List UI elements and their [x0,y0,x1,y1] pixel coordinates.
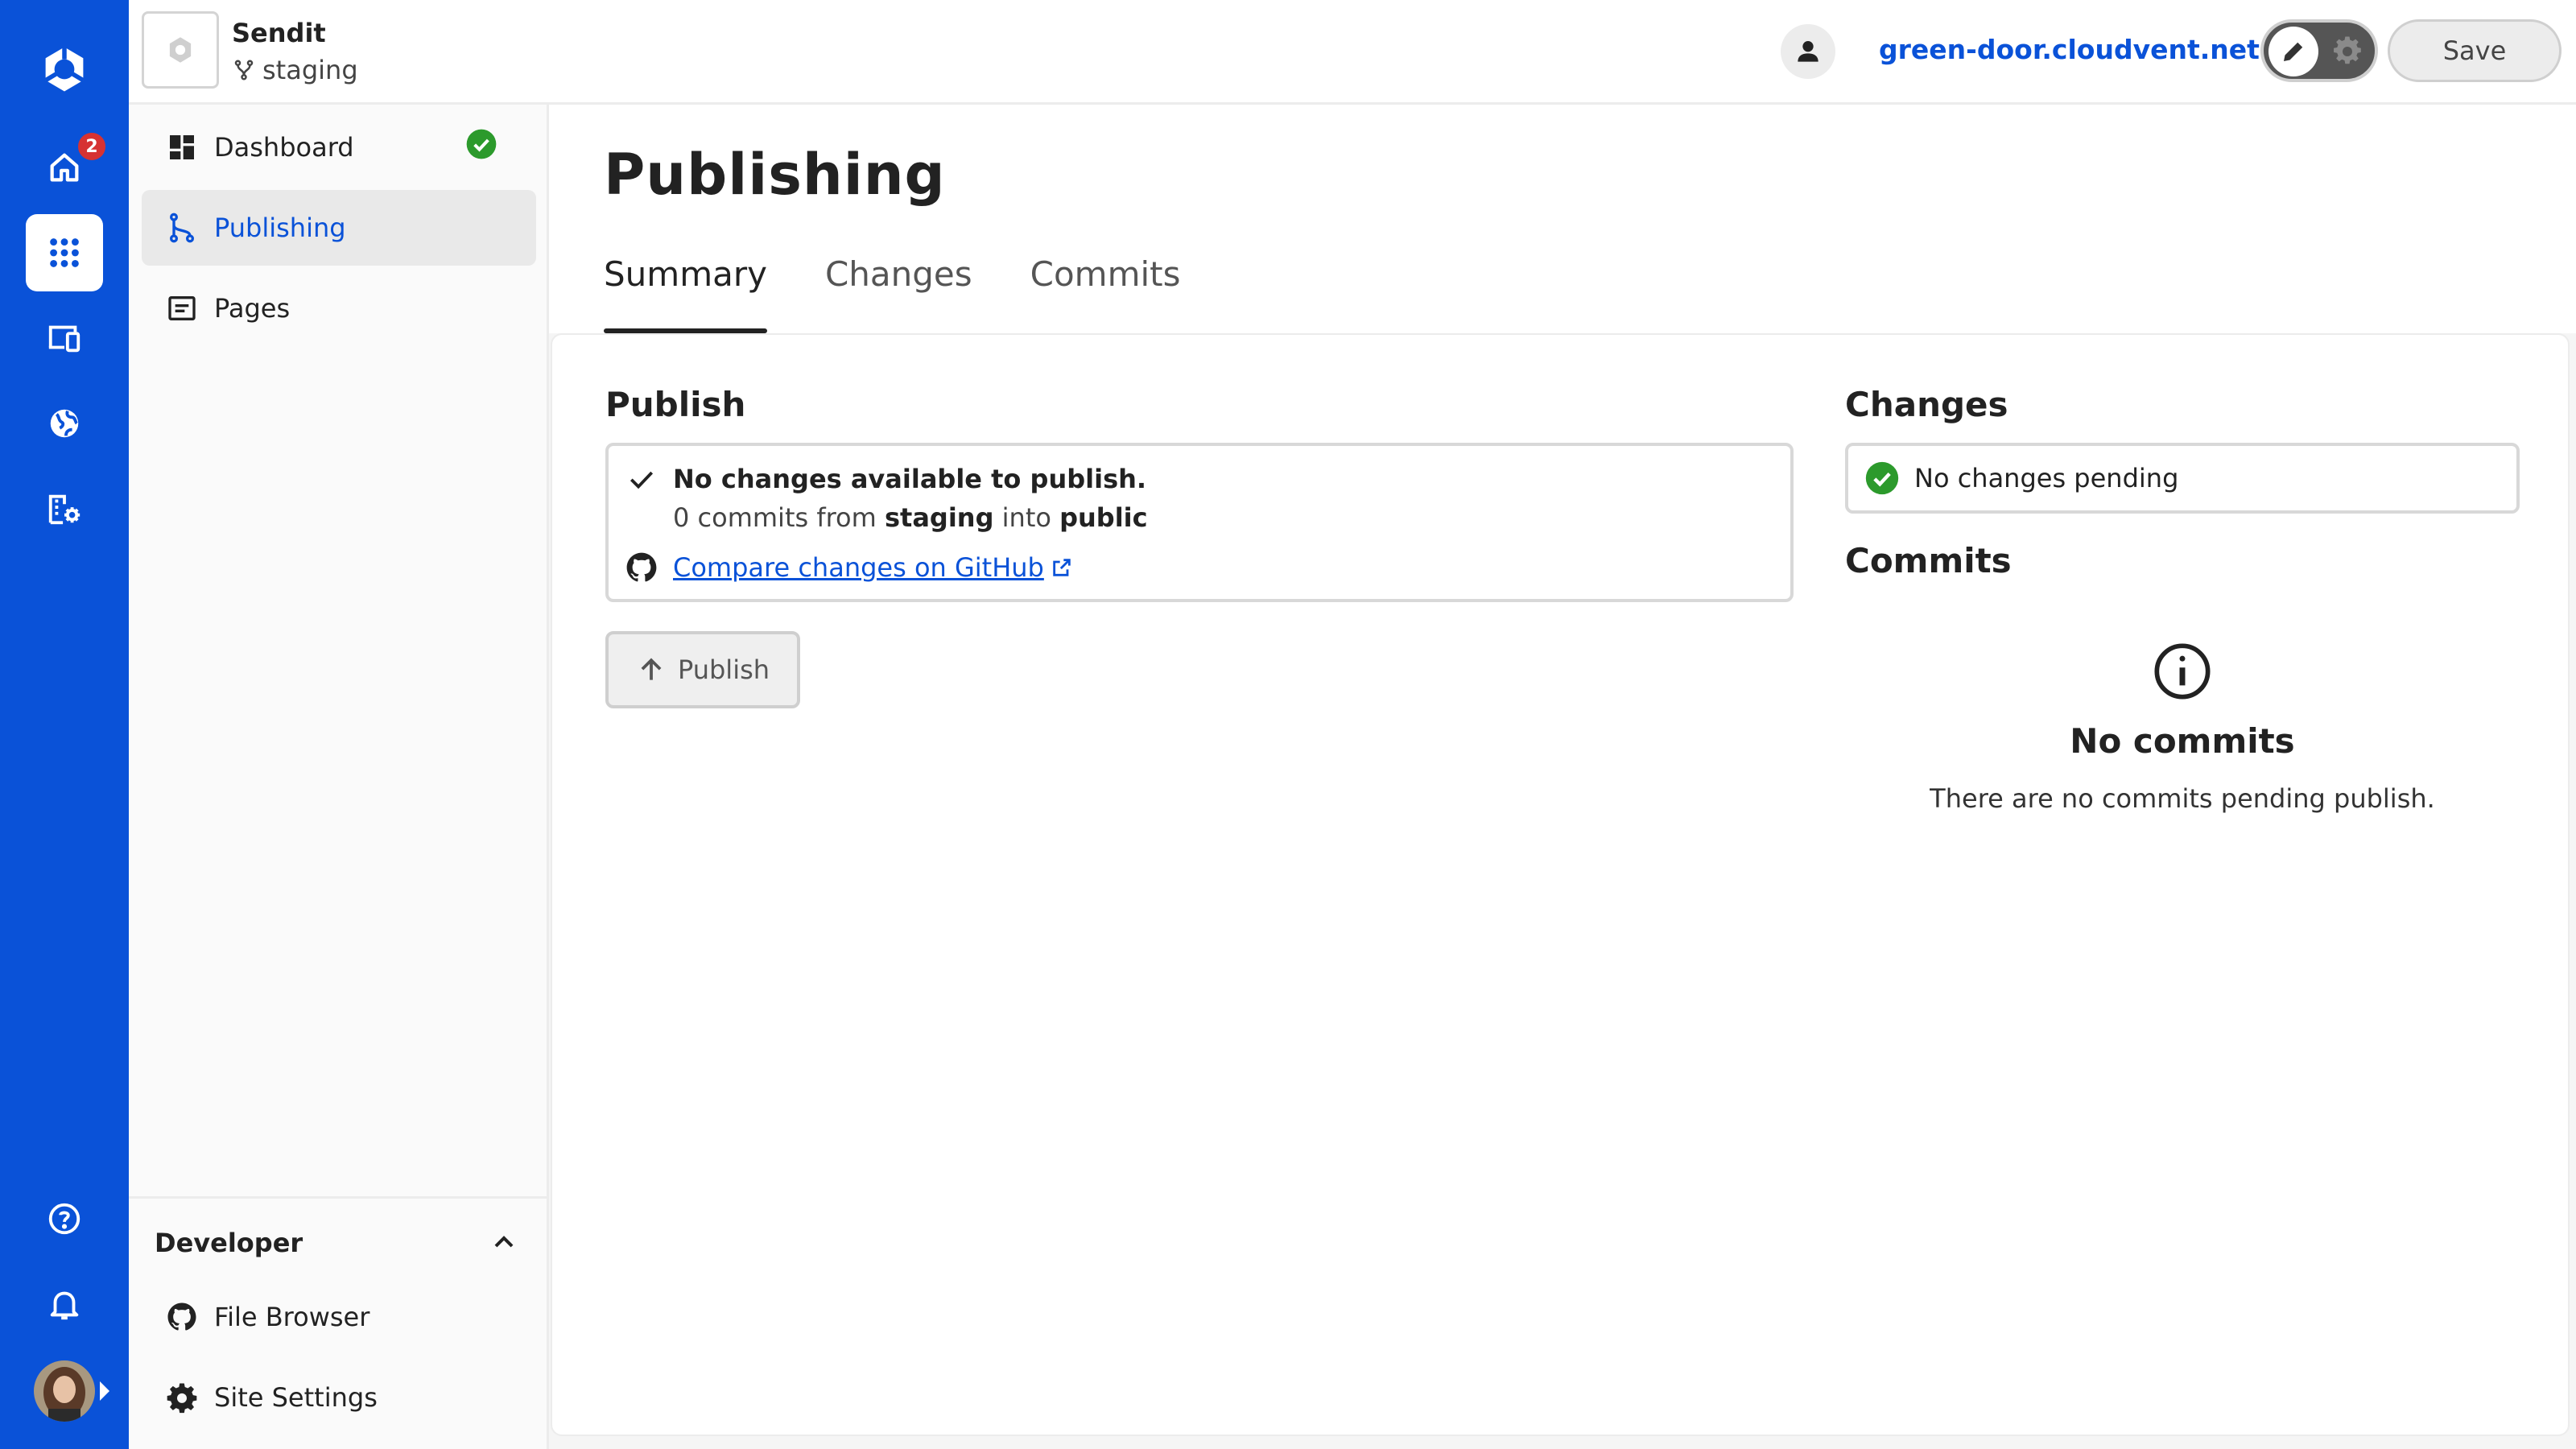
commits-empty-state: No commits There are no commits pending … [1845,641,2520,814]
avatar-image [34,1360,95,1422]
site-thumbnail[interactable] [142,11,219,89]
sidebar-item-dashboard[interactable]: Dashboard [142,109,536,185]
empty-state-text: There are no commits pending publish. [1930,783,2435,814]
site-url-text: green-door.cloudvent.net [1879,34,2260,65]
toggle-gear [2328,32,2367,71]
gear-icon [2334,36,2361,64]
publish-status-row: No changes available to publish. [626,464,1146,494]
toggle-knob [2268,27,2318,76]
commits-heading: Commits [1845,541,2012,580]
tab-commits[interactable]: Commits [1030,250,1181,333]
user-icon [1798,41,1818,62]
summary-card: Publish No changes available to publish.… [551,333,2570,1436]
edit-settings-toggle[interactable] [2260,19,2378,82]
site-name: Sendit [232,18,326,48]
publishing-branch-icon [170,213,194,243]
sidebar-item-site-settings[interactable]: Site Settings [142,1360,536,1435]
github-icon [626,552,657,582]
page-title: Publishing [604,142,946,208]
chevron-up-icon[interactable] [488,1226,520,1258]
rail-apps-button[interactable] [26,214,103,291]
publish-heading: Publish [605,385,746,424]
pages-icon [168,296,196,320]
commits-from-text: commits from [697,502,877,533]
changes-heading: Changes [1845,385,2008,424]
main-content: Publishing Summary Changes Commits Publi… [549,105,2576,1449]
branch-icon [234,60,254,80]
github-icon [167,1302,196,1331]
empty-state-title: No commits [2070,721,2295,761]
branch-label: staging [262,55,358,85]
into-text: into [1001,502,1051,533]
publish-button-label: Publish [677,654,770,685]
top-bar: Sendit staging green-door.cloudvent.net [129,0,2576,105]
site-branch[interactable]: staging [232,55,358,85]
account-button[interactable] [1781,24,1835,79]
tab-bar: Summary Changes Commits [604,250,1239,333]
page-header: Publishing Summary Changes Commits [549,105,2576,333]
compare-github-link[interactable]: Compare changes on GitHub [673,552,1073,583]
commit-summary: 0 commits from staging into public [673,502,1148,533]
publish-status-box: No changes available to publish. 0 commi… [605,443,1794,602]
check-circle-icon [466,129,497,159]
check-icon [630,471,654,489]
tab-summary[interactable]: Summary [604,250,767,333]
buildings-settings-icon [48,494,80,525]
sidebar-item-label: Publishing [214,213,346,243]
user-avatar[interactable] [34,1360,95,1422]
compare-row: Compare changes on GitHub [625,551,1073,584]
commit-count: 0 [673,502,690,533]
app-rail: 2 [0,0,129,1449]
sidebar-item-label: Pages [214,293,291,324]
gear-icon [167,1383,197,1414]
sidebar-item-file-browser[interactable]: File Browser [142,1279,536,1355]
from-branch: staging [884,502,994,533]
dashboard-icon [170,135,194,159]
apps-grid-icon [50,238,79,267]
rail-notifications-button[interactable] [26,1265,103,1343]
avatar-caret-icon[interactable] [100,1381,109,1401]
sidebar-item-label: Dashboard [214,132,354,163]
external-link-icon [1053,559,1071,576]
help-icon [48,1203,80,1235]
compare-link-text: Compare changes on GitHub [673,552,1044,583]
rail-devices-button[interactable] [26,299,103,377]
to-branch: public [1059,502,1148,533]
rail-help-button[interactable] [26,1180,103,1257]
sidebar-item-label: File Browser [214,1302,370,1332]
arrow-up-icon [641,658,662,680]
changes-status-box: No changes pending [1845,443,2520,514]
site-url-link[interactable]: green-door.cloudvent.net [1879,34,2289,65]
logo-icon [44,47,85,92]
bell-icon [50,1291,79,1320]
tab-changes[interactable]: Changes [825,250,972,333]
sidebar-item-label: Site Settings [214,1382,378,1413]
sidebar-item-publishing[interactable]: Publishing [142,190,536,266]
globe-icon [50,409,79,438]
developer-section: Developer File Browser Site Settings [129,1196,547,1449]
notification-badge: 2 [76,130,108,163]
developer-title: Developer [155,1228,303,1258]
rail-org-settings-button[interactable] [26,470,103,547]
publish-status-text: No changes available to publish. [673,464,1147,494]
save-button[interactable]: Save [2388,19,2562,82]
devices-icon [48,325,80,353]
rail-globe-button[interactable] [26,385,103,462]
pencil-icon [2284,42,2303,61]
site-placeholder-icon [169,37,192,63]
info-icon [2154,643,2211,700]
sidebar-item-pages[interactable]: Pages [142,270,536,346]
cloudcannon-logo[interactable] [26,31,103,108]
publish-button[interactable]: Publish [605,631,800,708]
changes-status-text: No changes pending [1914,463,2179,493]
site-sidebar: Dashboard Publishing Pages Developer Fil… [129,105,549,1449]
check-circle-icon [1865,461,1899,495]
